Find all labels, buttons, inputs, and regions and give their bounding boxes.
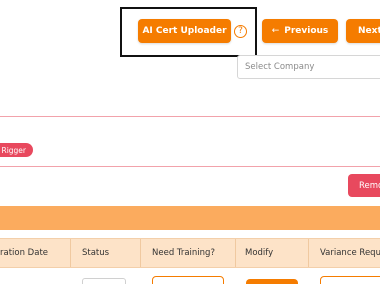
next-button[interactable]: Next [346, 19, 380, 43]
ai-cert-uploader-button[interactable]: AI Cert Uploader [138, 19, 231, 43]
rigger-tag[interactable]: Rigger [0, 143, 33, 157]
remove-button[interactable]: Remo [348, 174, 380, 197]
column-header-modify: Modify [245, 248, 274, 258]
column-divider [70, 239, 71, 267]
page: AI Cert Uploader ? ← Previous Next Selec… [0, 0, 380, 284]
select-company-dropdown[interactable]: Select Company [237, 55, 380, 79]
arrow-left-icon: ← [271, 26, 280, 36]
status-cell-control[interactable] [82, 278, 126, 284]
section-header-band [0, 206, 380, 230]
column-divider [308, 239, 309, 267]
column-divider [235, 239, 236, 267]
selected-roles-panel [0, 116, 380, 167]
previous-button[interactable]: ← Previous [262, 19, 338, 43]
previous-button-label: Previous [284, 26, 329, 36]
column-header-status: Status [82, 248, 110, 258]
column-header-need-training: Need Training? [152, 248, 215, 258]
table-header-row: ration Date Status Need Training? Modify… [0, 238, 380, 268]
variance-request-button[interactable] [320, 276, 380, 284]
column-divider [140, 239, 141, 267]
modify-button[interactable] [246, 279, 298, 284]
need-training-button[interactable] [152, 276, 224, 284]
help-question-icon[interactable]: ? [234, 25, 247, 38]
column-header-expiration-date: ration Date [0, 248, 49, 258]
column-header-variance-request: Variance Reque [320, 248, 380, 258]
top-toolbar: AI Cert Uploader ? ← Previous Next Selec… [0, 0, 380, 92]
